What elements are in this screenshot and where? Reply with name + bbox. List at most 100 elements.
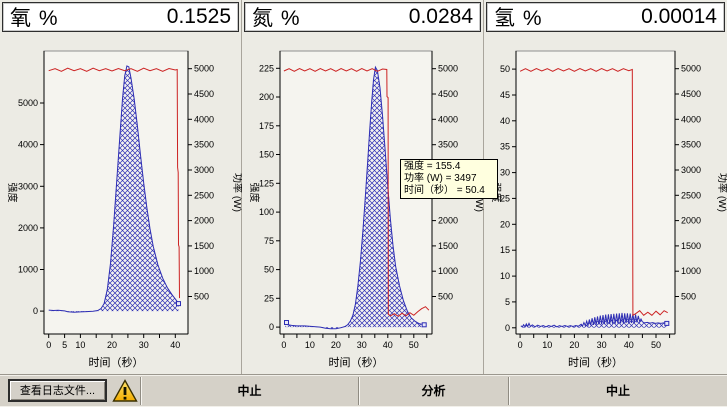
svg-text:10: 10 [542,340,552,350]
oxygen-label: 氧 % [10,2,59,32]
svg-text:时间（秒）: 时间（秒） [89,355,144,369]
svg-text:2500: 2500 [194,190,214,200]
nitrogen-intensity-chart[interactable]: 0255075100125150175200225500100015002000… [242,33,483,375]
svg-text:强度: 强度 [248,183,261,203]
svg-text:时间（秒）: 时间（秒） [329,355,384,369]
svg-text:40: 40 [624,340,634,350]
svg-text:1000: 1000 [18,265,38,275]
svg-text:200: 200 [259,92,274,102]
svg-text:2500: 2500 [681,190,701,200]
hydrogen-intensity-chart[interactable]: 0510152025303540455050010001500200025003… [484,33,727,375]
svg-text:5000: 5000 [438,64,458,74]
svg-text:10: 10 [75,340,85,350]
svg-text:500: 500 [438,292,453,302]
svg-text:75: 75 [264,236,274,246]
abort-right-section[interactable]: 中止 [508,377,727,405]
svg-text:50: 50 [264,265,274,275]
svg-text:30: 30 [500,168,510,178]
oxygen-value: 0.1525 [167,5,231,29]
svg-text:125: 125 [259,178,274,188]
svg-text:时间（秒）: 时间（秒） [568,355,623,369]
svg-text:3500: 3500 [438,140,458,150]
tooltip-time-line: 时间（秒） = 50.4 [404,185,494,197]
abort-left-section[interactable]: 中止 [140,377,358,405]
graph-cursor-tooltip: 强度 = 155.4 功率 (W) = 3497 时间（秒） = 50.4 [400,159,498,199]
svg-text:35: 35 [500,142,510,152]
svg-text:15: 15 [500,245,510,255]
svg-text:100: 100 [259,207,274,217]
svg-text:2000: 2000 [194,216,214,226]
nitrogen-label: 氮 % [252,2,301,32]
svg-text:20: 20 [569,340,579,350]
svg-text:40: 40 [500,116,510,126]
nitrogen-chart-svg: 0255075100125150175200225500100015002000… [242,33,484,375]
svg-text:0: 0 [269,322,274,332]
svg-text:500: 500 [194,292,209,302]
svg-text:强度: 强度 [6,183,19,203]
svg-text:4500: 4500 [681,89,701,99]
svg-text:175: 175 [259,121,274,131]
oxygen-panel: 氧 % 0.1525 0 1000 2000 3000 4000 5000 500 1000 1… [0,0,242,375]
svg-text:4000: 4000 [18,140,38,150]
svg-text:0: 0 [518,340,523,350]
svg-text:5000: 5000 [681,64,701,74]
panels-row: 氧 % 0.1525 01000200030004000500050010001… [0,0,727,375]
svg-text:4000: 4000 [438,114,458,124]
gas-analyzer-window: 氧 % 0.1525 01000200030004000500050010001… [0,0,727,407]
svg-text:5: 5 [505,297,510,307]
svg-text:0: 0 [505,323,510,333]
svg-text:30: 30 [357,340,367,350]
tooltip-intensity-line: 强度 = 155.4 [404,161,494,173]
svg-text:1500: 1500 [438,241,458,251]
view-log-file-button[interactable]: 查看日志文件... [8,379,107,402]
svg-text:4000: 4000 [681,114,701,124]
svg-text:4500: 4500 [194,89,214,99]
hydrogen-result-readout: 氢 % 0.00014 [486,2,725,32]
hydrogen-label: 氢 % [494,2,543,32]
svg-text:0: 0 [33,306,38,316]
svg-text:20: 20 [331,340,341,350]
svg-text:20: 20 [500,219,510,229]
warning-icon[interactable] [112,379,138,403]
oxygen-result-readout: 氧 % 0.1525 [2,2,239,32]
svg-text:5: 5 [62,340,67,350]
svg-text:3500: 3500 [194,140,214,150]
svg-text:1000: 1000 [681,266,701,276]
svg-text:225: 225 [259,63,274,73]
svg-text:0: 0 [281,340,286,350]
svg-text:3000: 3000 [18,181,38,191]
svg-text:4000: 4000 [194,114,214,124]
svg-text:1000: 1000 [194,266,214,276]
tooltip-power-line: 功率 (W) = 3497 [404,173,494,185]
oxygen-chart-svg: 0 1000 2000 3000 4000 5000 500 1000 1500 2000 2500… [0,33,242,375]
svg-text:20: 20 [107,340,117,350]
analyze-section[interactable]: 分析 [358,377,508,405]
svg-text:50: 50 [409,340,419,350]
hydrogen-value: 0.00014 [641,5,717,29]
svg-text:2000: 2000 [18,223,38,233]
svg-text:30: 30 [139,340,149,350]
hydrogen-chart-svg: 0510152025303540455050010001500200025003… [484,33,727,375]
svg-text:5000: 5000 [194,64,214,74]
svg-text:5000: 5000 [18,98,38,108]
status-bar: 查看日志文件... 中止 分析 中止 [0,374,727,407]
svg-text:50: 50 [500,64,510,74]
hydrogen-panel: 氢 % 0.00014 0510152025303540455050010001… [484,0,727,375]
svg-text:150: 150 [259,150,274,160]
svg-text:0: 0 [46,340,51,350]
svg-text:3500: 3500 [681,140,701,150]
oxygen-intensity-chart[interactable]: 0 1000 2000 3000 4000 5000 500 1000 1500 2000 2500… [0,33,241,375]
svg-text:40: 40 [170,340,180,350]
svg-text:10: 10 [305,340,315,350]
svg-text:40: 40 [383,340,393,350]
svg-text:50: 50 [651,340,661,350]
status-sections: 中止 分析 中止 [140,377,727,405]
svg-text:功率 (W): 功率 (W) [716,173,727,212]
svg-text:3000: 3000 [194,165,214,175]
svg-text:2000: 2000 [438,216,458,226]
svg-text:3000: 3000 [681,165,701,175]
svg-text:1500: 1500 [681,241,701,251]
svg-text:1500: 1500 [194,241,214,251]
svg-text:45: 45 [500,90,510,100]
svg-text:功率 (W): 功率 (W) [231,173,242,212]
